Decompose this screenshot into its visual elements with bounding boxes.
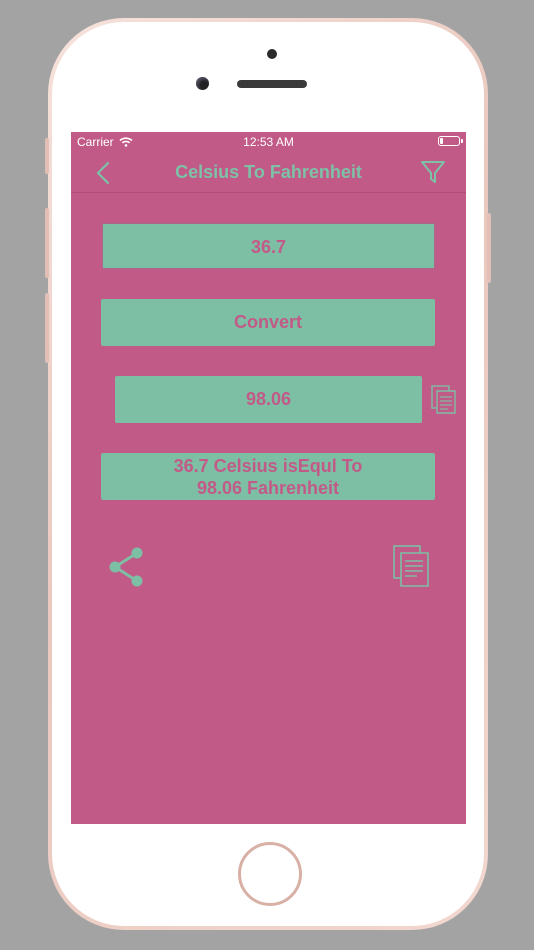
earpiece-speaker — [237, 80, 307, 88]
share-icon[interactable] — [105, 545, 145, 589]
fahrenheit-result: 98.06 — [115, 376, 422, 423]
status-time: 12:53 AM — [243, 135, 294, 149]
battery-level — [440, 138, 443, 144]
navigation-bar: Celsius To Fahrenheit — [71, 152, 466, 193]
home-button[interactable] — [238, 842, 302, 906]
front-camera — [196, 77, 209, 90]
volume-up-button — [45, 208, 49, 278]
chevron-left-icon[interactable] — [93, 160, 117, 186]
app-screen: Carrier 12:53 AM Celsius To Fahrenheit 3… — [71, 132, 466, 824]
proximity-sensor — [267, 49, 277, 59]
sentence-line-1: 36.7 Celsius isEqul To — [173, 456, 363, 476]
power-button — [487, 213, 491, 283]
convert-button[interactable]: Convert — [101, 299, 435, 346]
volume-down-button — [45, 293, 49, 363]
copy-icon[interactable] — [391, 544, 431, 588]
sentence-line-2: 98.06 Fahrenheit — [196, 478, 340, 498]
status-bar: Carrier 12:53 AM — [71, 132, 466, 152]
celsius-input[interactable]: 36.7 — [102, 223, 435, 269]
mute-switch — [45, 138, 49, 174]
filter-icon[interactable] — [420, 159, 446, 185]
battery-icon — [438, 136, 463, 146]
conversion-sentence: 36.7 Celsius isEqul To 98.06 Fahrenheit — [101, 453, 435, 500]
copy-result-icon[interactable] — [431, 385, 457, 415]
page-title: Celsius To Fahrenheit — [175, 162, 362, 182]
